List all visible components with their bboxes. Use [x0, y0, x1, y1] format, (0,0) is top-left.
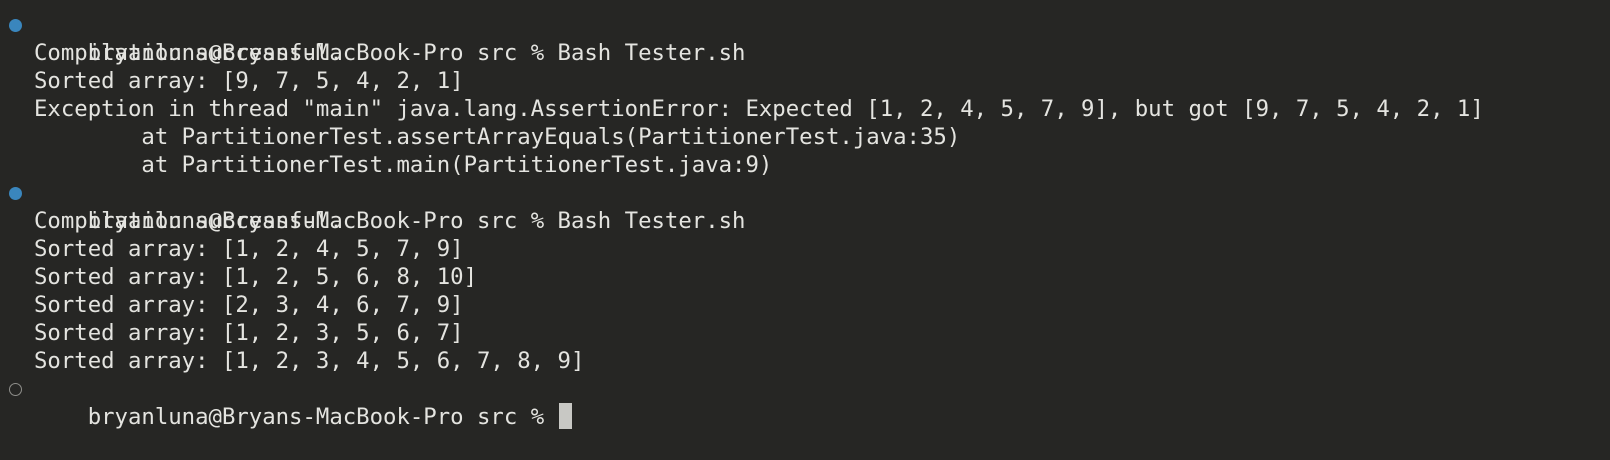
command-status-dot-icon[interactable] [9, 187, 22, 200]
output-line: Sorted array: [1, 2, 5, 6, 8, 10] [0, 263, 1610, 291]
output-line: Sorted array: [2, 3, 4, 6, 7, 9] [0, 291, 1610, 319]
command-line: bryanluna@Bryans-MacBook-Pro src % Bash … [0, 179, 1610, 234]
output-text: Sorted array: [1, 2, 5, 6, 8, 10] [34, 264, 477, 290]
output-line: Sorted array: [1, 2, 3, 5, 6, 7] [0, 319, 1610, 347]
prompt-text: bryanluna@Bryans-MacBook-Pro src % [87, 404, 558, 430]
command-status-dot-icon[interactable] [9, 19, 22, 32]
stack-trace-text: at PartitionerTest.main(PartitionerTest.… [34, 152, 773, 178]
output-text: Sorted array: [1, 2, 3, 5, 6, 7] [34, 320, 464, 346]
output-text: Sorted array: [9, 7, 5, 4, 2, 1] [34, 68, 464, 94]
output-text: Sorted array: [2, 3, 4, 6, 7, 9] [34, 292, 464, 318]
output-text: Compilation successful. [34, 208, 343, 234]
output-line: Compilation successful. [0, 207, 1610, 235]
stack-trace-text: at PartitionerTest.assertArrayEquals(Par… [34, 124, 961, 150]
output-line: at PartitionerTest.assertArrayEquals(Par… [0, 123, 1610, 151]
output-text: Sorted array: [1, 2, 4, 5, 7, 9] [34, 236, 464, 262]
active-prompt-line[interactable]: bryanluna@Bryans-MacBook-Pro src % [0, 375, 1610, 430]
output-line: Exception in thread "main" java.lang.Ass… [0, 95, 1610, 123]
output-text: Sorted array: [1, 2, 3, 4, 5, 6, 7, 8, 9… [34, 348, 585, 374]
output-line: Sorted array: [9, 7, 5, 4, 2, 1] [0, 67, 1610, 95]
text-cursor [558, 403, 572, 429]
output-line: at PartitionerTest.main(PartitionerTest.… [0, 151, 1610, 179]
error-text: Exception in thread "main" java.lang.Ass… [34, 96, 1484, 122]
command-line: bryanluna@Bryans-MacBook-Pro src % Bash … [0, 11, 1610, 66]
output-line: Sorted array: [1, 2, 4, 5, 7, 9] [0, 235, 1610, 263]
terminal-panel[interactable]: bryanluna@Bryans-MacBook-Pro src % Bash … [0, 0, 1610, 460]
output-line: Compilation successful. [0, 39, 1610, 67]
output-line: Sorted array: [1, 2, 3, 4, 5, 6, 7, 8, 9… [0, 347, 1610, 375]
pending-status-dot-icon[interactable] [9, 383, 22, 396]
output-text: Compilation successful. [34, 40, 343, 66]
